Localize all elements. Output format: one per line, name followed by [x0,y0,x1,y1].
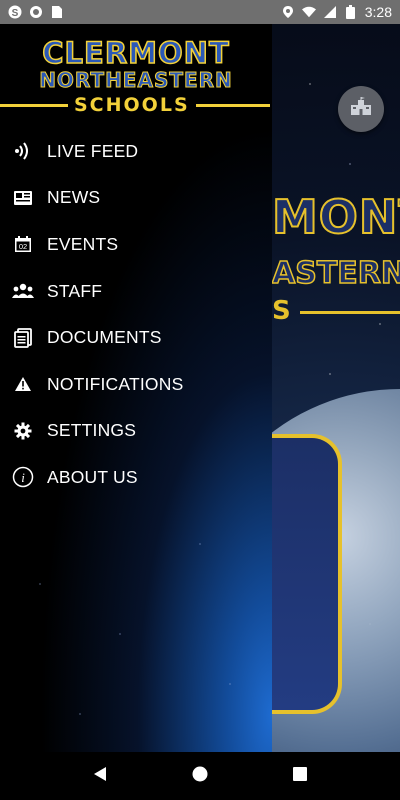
menu-label: NEWS [47,187,101,208]
background-logo-line2: ASTERN [271,255,400,292]
menu-item-news[interactable]: NEWS [0,175,272,222]
menu-label: ABOUT US [47,466,138,487]
documents-icon [12,327,34,349]
back-icon [92,766,108,787]
svg-text:i: i [21,470,25,485]
menu-item-settings[interactable]: SETTINGS [0,408,272,455]
live-feed-icon [12,140,34,162]
calendar-day: 02 [19,242,27,251]
menu-label: DOCUMENTS [47,327,162,348]
home-icon [192,766,208,787]
menu-item-live-feed[interactable]: LIVE FEED [0,128,272,175]
system-nav-bar [0,752,400,800]
news-icon [12,187,34,209]
home-button[interactable] [176,752,224,800]
clock: 3:28 [364,4,392,20]
svg-text:S: S [12,8,19,19]
recents-icon [293,766,307,786]
menu-label: EVENTS [47,233,119,254]
menu-item-events[interactable]: 02 EVENTS [0,221,272,268]
menu-label: SETTINGS [47,420,137,441]
info-icon: i [12,466,34,488]
battery-icon [344,5,358,19]
school-logo: CLERMONT NORTHEASTERN SCHOOLS [0,36,272,120]
menu-item-about-us[interactable]: i ABOUT US [0,454,272,501]
location-icon [281,5,295,19]
menu-label: LIVE FEED [47,140,139,161]
status-bar: S 3:28 [0,0,400,24]
school-button[interactable] [338,86,384,132]
background-logo-line1: MONT [271,189,400,245]
staff-icon [12,280,34,302]
recents-button[interactable] [276,752,324,800]
menu-label: STAFF [47,280,103,301]
wifi-icon [301,5,316,19]
drawer-menu: LIVE FEED NEWS 02 EVENTS STAFF DOCUMENTS [0,128,272,501]
back-button[interactable] [76,752,124,800]
school-icon [350,96,372,122]
calendar-icon: 02 [12,233,34,255]
background-logo-rule [300,311,400,314]
menu-label: NOTIFICATIONS [47,373,184,394]
menu-item-staff[interactable]: STAFF [0,268,272,315]
menu-item-notifications[interactable]: NOTIFICATIONS [0,361,272,408]
sync-icon [29,5,43,19]
logo-line3: SCHOOLS [68,94,196,116]
background-logo-line3: S [272,296,291,326]
navigation-drawer: CLERMONT NORTHEASTERN SCHOOLS LIVE FEED … [0,24,272,752]
logo-line2: NORTHEASTERN [39,68,233,93]
gear-icon [12,420,34,442]
menu-item-documents[interactable]: DOCUMENTS [0,314,272,361]
warning-icon [12,373,34,395]
skype-icon: S [8,5,22,19]
signal-icon [323,5,337,19]
sim-card-icon [50,5,64,19]
logo-line1: CLERMONT [42,36,230,70]
mascot-image [272,434,342,714]
